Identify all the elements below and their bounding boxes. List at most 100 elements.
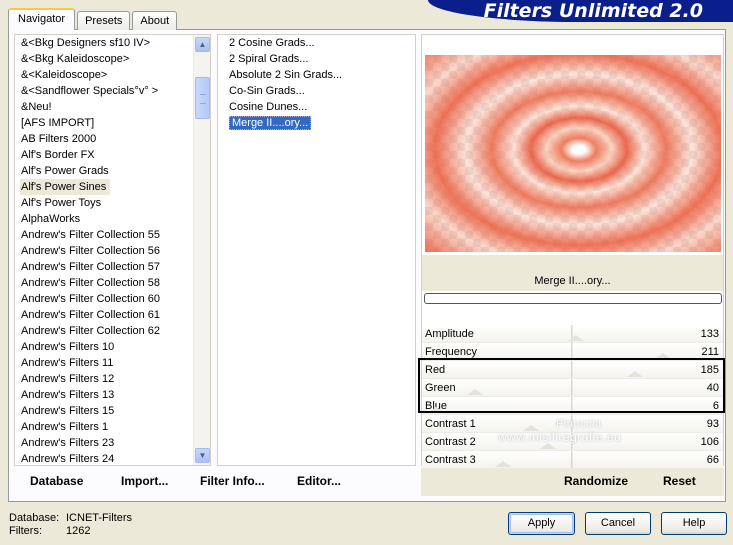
category-item[interactable]: Andrew's Filters 1 <box>15 419 210 435</box>
filters-count-label: Filters: <box>9 525 42 537</box>
tab-about[interactable]: About <box>132 11 178 30</box>
slider-label: Red <box>425 364 446 376</box>
filter-item[interactable]: Merge II....ory... <box>218 115 415 131</box>
slider-value: 106 <box>700 436 719 448</box>
editor-button[interactable]: Editor... <box>297 474 341 488</box>
category-item[interactable]: Andrew's Filter Collection 57 <box>15 259 210 275</box>
slider-red[interactable]: Red 185 <box>422 361 723 379</box>
cancel-button[interactable]: Cancel <box>585 512 651 535</box>
category-item[interactable]: Andrew's Filters 13 <box>15 387 210 403</box>
category-item[interactable]: &<Kaleidoscope> <box>15 67 210 83</box>
slider-amplitude[interactable]: Amplitude 133 <box>422 325 723 343</box>
slider-value: 93 <box>706 418 719 430</box>
import-button[interactable]: Import... <box>121 474 168 488</box>
slider-value: 40 <box>706 382 719 394</box>
slider-green[interactable]: Green 40 <box>422 379 723 397</box>
apply-button[interactable]: Apply <box>508 512 575 535</box>
slider-label: Amplitude <box>425 328 474 340</box>
slider-thumb[interactable] <box>466 389 483 395</box>
filter-item[interactable]: Cosine Dunes... <box>218 99 415 115</box>
category-item[interactable]: Andrew's Filter Collection 55 <box>15 227 210 243</box>
category-item[interactable]: Alf's Power Toys <box>15 195 210 211</box>
slider-value: 185 <box>700 364 719 376</box>
scroll-up-button[interactable]: ▲ <box>195 37 210 52</box>
filter-preview-image <box>425 55 721 252</box>
category-item[interactable]: AB Filters 2000 <box>15 131 210 147</box>
filter-item-label: Absolute 2 Sin Grads... <box>229 69 343 81</box>
filter-items: 2 Cosine Grads... 2 Spiral Grads... Absolu… <box>218 35 415 131</box>
database-info: Database: ICNET-Filters Filters: 1262 <box>9 512 132 538</box>
slider-contrast-2[interactable]: Contrast 2 106 <box>422 433 723 451</box>
slider-value: 66 <box>706 454 719 466</box>
slider-value: 133 <box>700 328 719 340</box>
filter-item-label: 2 Cosine Grads... <box>229 37 315 49</box>
category-item[interactable]: Andrew's Filters 11 <box>15 355 210 371</box>
category-item[interactable]: Andrew's Filters 12 <box>15 371 210 387</box>
slider-contrast-3[interactable]: Contrast 3 66 <box>422 451 723 469</box>
category-list[interactable]: &<Bkg Designers sf10 IV> &<Bkg Kaleidosco… <box>14 34 211 466</box>
parameter-panel: Merge II....ory... Amplitude 133 Frequency… <box>421 34 724 469</box>
filter-item[interactable]: Absolute 2 Sin Grads... <box>218 67 415 83</box>
slider-label: Frequency <box>425 346 477 358</box>
filter-item[interactable]: 2 Cosine Grads... <box>218 35 415 51</box>
slider-contrast-1[interactable]: Contrast 1 93 <box>422 415 723 433</box>
category-item[interactable]: Andrew's Filter Collection 62 <box>15 323 210 339</box>
database-label: Database: <box>9 512 60 524</box>
slider-thumb[interactable] <box>495 461 512 467</box>
preview-separator <box>422 255 723 271</box>
filter-list[interactable]: 2 Cosine Grads... 2 Spiral Grads... Absolu… <box>217 34 416 466</box>
slider-label: Contrast 1 <box>425 418 476 430</box>
filter-item[interactable]: Co-Sin Grads... <box>218 83 415 99</box>
filter-item-label: Co-Sin Grads... <box>229 85 305 97</box>
filter-item-label: 2 Spiral Grads... <box>229 53 309 65</box>
scroll-down-button[interactable]: ▼ <box>195 448 210 463</box>
category-item[interactable]: [AFS IMPORT] <box>15 115 210 131</box>
category-item[interactable]: Andrew's Filter Collection 60 <box>15 291 210 307</box>
slider-thumb[interactable] <box>427 407 444 413</box>
category-item[interactable]: Alf's Power Sines <box>20 179 111 195</box>
filter-item-label: Cosine Dunes... <box>229 101 308 113</box>
tab-bar: Navigator Presets About <box>8 8 179 30</box>
scroll-thumb[interactable] <box>195 77 210 119</box>
slider-value: 6 <box>712 400 719 412</box>
database-button[interactable]: Database <box>30 474 83 488</box>
category-item[interactable]: Andrew's Filters 23 <box>15 435 210 451</box>
slider-thumb[interactable] <box>523 425 540 431</box>
filter-item[interactable]: 2 Spiral Grads... <box>218 51 415 67</box>
slider-label: Contrast 3 <box>425 454 476 466</box>
category-item[interactable]: Andrew's Filter Collection 58 <box>15 275 210 291</box>
category-items: &<Bkg Designers sf10 IV> &<Bkg Kaleidosco… <box>15 35 210 465</box>
category-item[interactable]: Andrew's Filter Collection 61 <box>15 307 210 323</box>
category-item[interactable]: Andrew's Filter Collection 56 <box>15 243 210 259</box>
slider-thumb[interactable] <box>540 443 557 449</box>
category-item[interactable]: Andrew's Filters 24 <box>15 451 210 465</box>
slider-label: Contrast 2 <box>425 436 476 448</box>
slider-blue[interactable]: Blue 6 <box>422 397 723 415</box>
slider-label: Green <box>425 382 456 394</box>
category-item[interactable]: &<Sandflower Specials°v° > <box>15 83 210 99</box>
slider-thumb[interactable] <box>568 335 585 341</box>
category-item[interactable]: Andrew's Filters 10 <box>15 339 210 355</box>
category-item[interactable]: Andrew's Filters 15 <box>15 403 210 419</box>
category-item[interactable]: Alf's Border FX <box>15 147 210 163</box>
title-banner: Filters Unlimited 2.0 <box>428 0 733 22</box>
category-item[interactable]: &Neu! <box>15 99 210 115</box>
preview-filter-name: Merge II....ory... <box>422 271 723 291</box>
category-scrollbar[interactable]: ▲ ▼ <box>193 35 210 465</box>
tab-navigator[interactable]: Navigator <box>8 8 76 30</box>
filter-info-button[interactable]: Filter Info... <box>200 474 265 488</box>
filters-count-value: 1262 <box>66 525 91 537</box>
randomize-button[interactable]: Randomize <box>564 474 628 488</box>
filter-item-label: Merge II....ory... <box>229 116 312 130</box>
category-item[interactable]: &<Bkg Designers sf10 IV> <box>15 35 210 51</box>
slider-thumb[interactable] <box>627 371 644 377</box>
right-action-bar: Randomize Reset <box>421 468 724 496</box>
category-item[interactable]: &<Bkg Kaleidoscope> <box>15 51 210 67</box>
tab-presets[interactable]: Presets <box>77 11 131 30</box>
slider-frequency[interactable]: Frequency 211 <box>422 343 723 361</box>
slider-thumb[interactable] <box>655 353 672 359</box>
help-button[interactable]: Help <box>661 512 727 535</box>
category-item[interactable]: AlphaWorks <box>15 211 210 227</box>
category-item[interactable]: Alf's Power Grads <box>15 163 210 179</box>
reset-button[interactable]: Reset <box>663 474 696 488</box>
